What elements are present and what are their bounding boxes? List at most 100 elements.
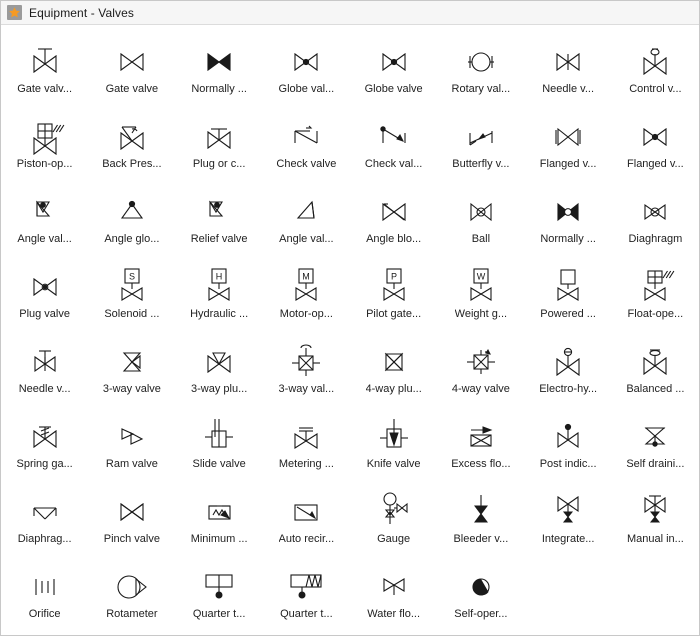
symbol-item[interactable]: Needle v... — [1, 331, 88, 406]
piston-operated-valve-icon[interactable] — [8, 110, 82, 158]
symbol-item[interactable]: Powered ... — [525, 256, 612, 331]
post-indicator-valve-icon[interactable] — [531, 410, 605, 458]
motor-operated-valve-M-icon[interactable]: M — [269, 260, 343, 308]
symbol-item[interactable]: Gate valv... — [1, 31, 88, 106]
self-operated-valve-icon[interactable] — [444, 560, 518, 608]
symbol-item[interactable]: Minimum ... — [176, 481, 263, 556]
plug-or-cock-valve-icon[interactable] — [182, 110, 256, 158]
symbol-item[interactable]: Normally ... — [176, 31, 263, 106]
symbol-item[interactable]: Ram valve — [88, 406, 175, 481]
symbol-item[interactable]: Auto recir... — [263, 481, 350, 556]
symbol-item[interactable]: Float-ope... — [612, 256, 699, 331]
symbol-item[interactable]: Metering ... — [263, 406, 350, 481]
symbol-item[interactable]: Check valve — [263, 106, 350, 181]
gauge-icon[interactable] — [357, 485, 431, 533]
needle-valve-bowtie-icon[interactable] — [531, 35, 605, 83]
ball-valve-icon[interactable] — [444, 185, 518, 233]
symbol-item[interactable]: Rotameter — [88, 556, 175, 631]
pinch-valve-icon[interactable] — [95, 485, 169, 533]
three-way-valve-actuator-icon[interactable] — [269, 335, 343, 383]
symbol-item[interactable]: Normally ... — [525, 181, 612, 256]
four-way-valve-icon[interactable] — [444, 335, 518, 383]
symbol-item[interactable]: Angle val... — [1, 181, 88, 256]
three-way-plug-valve-icon[interactable] — [182, 335, 256, 383]
symbol-item[interactable]: Relief valve — [176, 181, 263, 256]
symbol-item[interactable]: Flanged v... — [525, 106, 612, 181]
excess-flow-valve-icon[interactable] — [444, 410, 518, 458]
hydraulic-valve-H-icon[interactable]: H — [182, 260, 256, 308]
manual-integrated-valve-icon[interactable] — [618, 485, 692, 533]
symbol-item[interactable]: W Weight g... — [437, 256, 524, 331]
symbol-item[interactable]: Gauge — [350, 481, 437, 556]
quarter-turn-valve-icon[interactable] — [182, 560, 256, 608]
symbol-item[interactable]: Control v... — [612, 31, 699, 106]
normally-closed-ball-icon[interactable] — [531, 185, 605, 233]
symbol-item[interactable]: Excess flo... — [437, 406, 524, 481]
symbol-item[interactable]: 4-way plu... — [350, 331, 437, 406]
symbol-item[interactable]: Plug valve — [1, 256, 88, 331]
angle-globe-valve-icon[interactable] — [95, 185, 169, 233]
balanced-valve-icon[interactable] — [618, 335, 692, 383]
pilot-gate-valve-P-icon[interactable]: P — [357, 260, 431, 308]
rotary-valve-circle-icon[interactable] — [444, 35, 518, 83]
symbol-item[interactable]: Diaghragm — [612, 181, 699, 256]
symbol-item[interactable]: Spring ga... — [1, 406, 88, 481]
symbol-item[interactable]: Self draini... — [612, 406, 699, 481]
metering-valve-icon[interactable] — [269, 410, 343, 458]
symbol-item[interactable]: Angle val... — [263, 181, 350, 256]
flanged-valve-dot-icon[interactable] — [618, 110, 692, 158]
symbol-item[interactable]: Quarter t... — [263, 556, 350, 631]
symbol-item[interactable]: Slide valve — [176, 406, 263, 481]
symbol-item[interactable]: Electro-hy... — [525, 331, 612, 406]
symbol-item[interactable]: Piston-op... — [1, 106, 88, 181]
bleeder-valve-icon[interactable] — [444, 485, 518, 533]
angle-valve-open-icon[interactable] — [269, 185, 343, 233]
symbol-item[interactable]: Knife valve — [350, 406, 437, 481]
orifice-icon[interactable] — [8, 560, 82, 608]
water-flow-valve-icon[interactable] — [357, 560, 431, 608]
needle-valve-stem-icon[interactable] — [8, 335, 82, 383]
float-operated-valve-icon[interactable] — [618, 260, 692, 308]
angle-blowdown-valve-icon[interactable] — [357, 185, 431, 233]
symbol-item[interactable]: Water flo... — [350, 556, 437, 631]
symbol-item[interactable]: Check val... — [350, 106, 437, 181]
symbol-item[interactable]: Angle blo... — [350, 181, 437, 256]
knife-valve-icon[interactable] — [357, 410, 431, 458]
symbol-item[interactable]: Plug or c... — [176, 106, 263, 181]
symbol-item[interactable]: Globe val... — [263, 31, 350, 106]
weight-gate-valve-W-icon[interactable]: W — [444, 260, 518, 308]
symbol-item[interactable]: Rotary val... — [437, 31, 524, 106]
electro-hydraulic-valve-icon[interactable] — [531, 335, 605, 383]
symbol-item[interactable]: 3-way valve — [88, 331, 175, 406]
symbol-item[interactable]: M Motor-op... — [263, 256, 350, 331]
gate-valve-icon[interactable] — [95, 35, 169, 83]
flanged-valve-bars-icon[interactable] — [531, 110, 605, 158]
globe-valve-dot2-icon[interactable] — [357, 35, 431, 83]
symbol-item[interactable]: 3-way val... — [263, 331, 350, 406]
symbol-item[interactable]: 4-way valve — [437, 331, 524, 406]
back-pressure-valve-icon[interactable] — [95, 110, 169, 158]
check-valve-zigzag-icon[interactable] — [269, 110, 343, 158]
gate-valve-handwheel-icon[interactable] — [8, 35, 82, 83]
symbol-item[interactable]: H Hydraulic ... — [176, 256, 263, 331]
integrated-valve-icon[interactable] — [531, 485, 605, 533]
diaphragm-valve-icon[interactable] — [618, 185, 692, 233]
check-valve-arrow-icon[interactable] — [357, 110, 431, 158]
symbol-item[interactable]: Flanged v... — [612, 106, 699, 181]
symbol-item[interactable]: Globe valve — [350, 31, 437, 106]
three-way-valve-icon[interactable] — [95, 335, 169, 383]
symbol-item[interactable]: Post indic... — [525, 406, 612, 481]
normally-closed-filled-bowtie-icon[interactable] — [182, 35, 256, 83]
symbol-item[interactable]: P Pilot gate... — [350, 256, 437, 331]
symbol-item[interactable]: Orifice — [1, 556, 88, 631]
powered-valve-box-icon[interactable] — [531, 260, 605, 308]
self-draining-valve-icon[interactable] — [618, 410, 692, 458]
symbol-item[interactable]: Quarter t... — [176, 556, 263, 631]
plug-valve-icon[interactable] — [8, 260, 82, 308]
symbol-item[interactable]: Balanced ... — [612, 331, 699, 406]
symbol-item[interactable]: Angle glo... — [88, 181, 175, 256]
symbol-item[interactable]: Gate valve — [88, 31, 175, 106]
auto-recirculation-valve-icon[interactable] — [269, 485, 343, 533]
control-valve-actuator-icon[interactable] — [618, 35, 692, 83]
relief-valve-icon[interactable] — [182, 185, 256, 233]
